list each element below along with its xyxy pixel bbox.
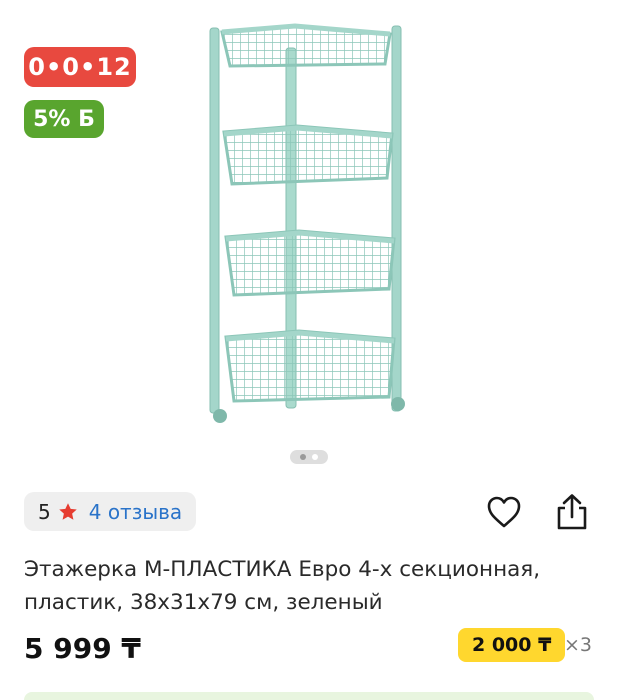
- promo-banner[interactable]: [24, 692, 594, 700]
- share-icon: [557, 494, 587, 530]
- installment-multiplier: ×3: [564, 634, 593, 656]
- bonus-badge: 5% Б: [24, 100, 104, 138]
- installment-badge[interactable]: 2 000 ₸: [458, 628, 566, 662]
- product-price: 5 999 ₸: [24, 632, 141, 665]
- favorite-button[interactable]: [484, 492, 524, 532]
- countdown-badge: 0•0•12: [24, 47, 136, 87]
- heart-icon: [487, 496, 521, 528]
- gallery-pager[interactable]: [290, 450, 328, 464]
- corner-shelf-image: [209, 23, 405, 423]
- rating-pill[interactable]: 5 4 отзыва: [24, 492, 197, 531]
- star-icon: [59, 502, 77, 520]
- pager-dot[interactable]: [312, 454, 318, 460]
- product-title: Этажерка М-ПЛАСТИКА Евро 4-х секционная,…: [24, 557, 541, 615]
- product-image[interactable]: [200, 18, 420, 438]
- pager-dot-active[interactable]: [300, 454, 306, 460]
- rating-score: 5: [38, 499, 51, 524]
- reviews-link[interactable]: 4 отзыва: [89, 500, 182, 524]
- share-button[interactable]: [552, 492, 592, 532]
